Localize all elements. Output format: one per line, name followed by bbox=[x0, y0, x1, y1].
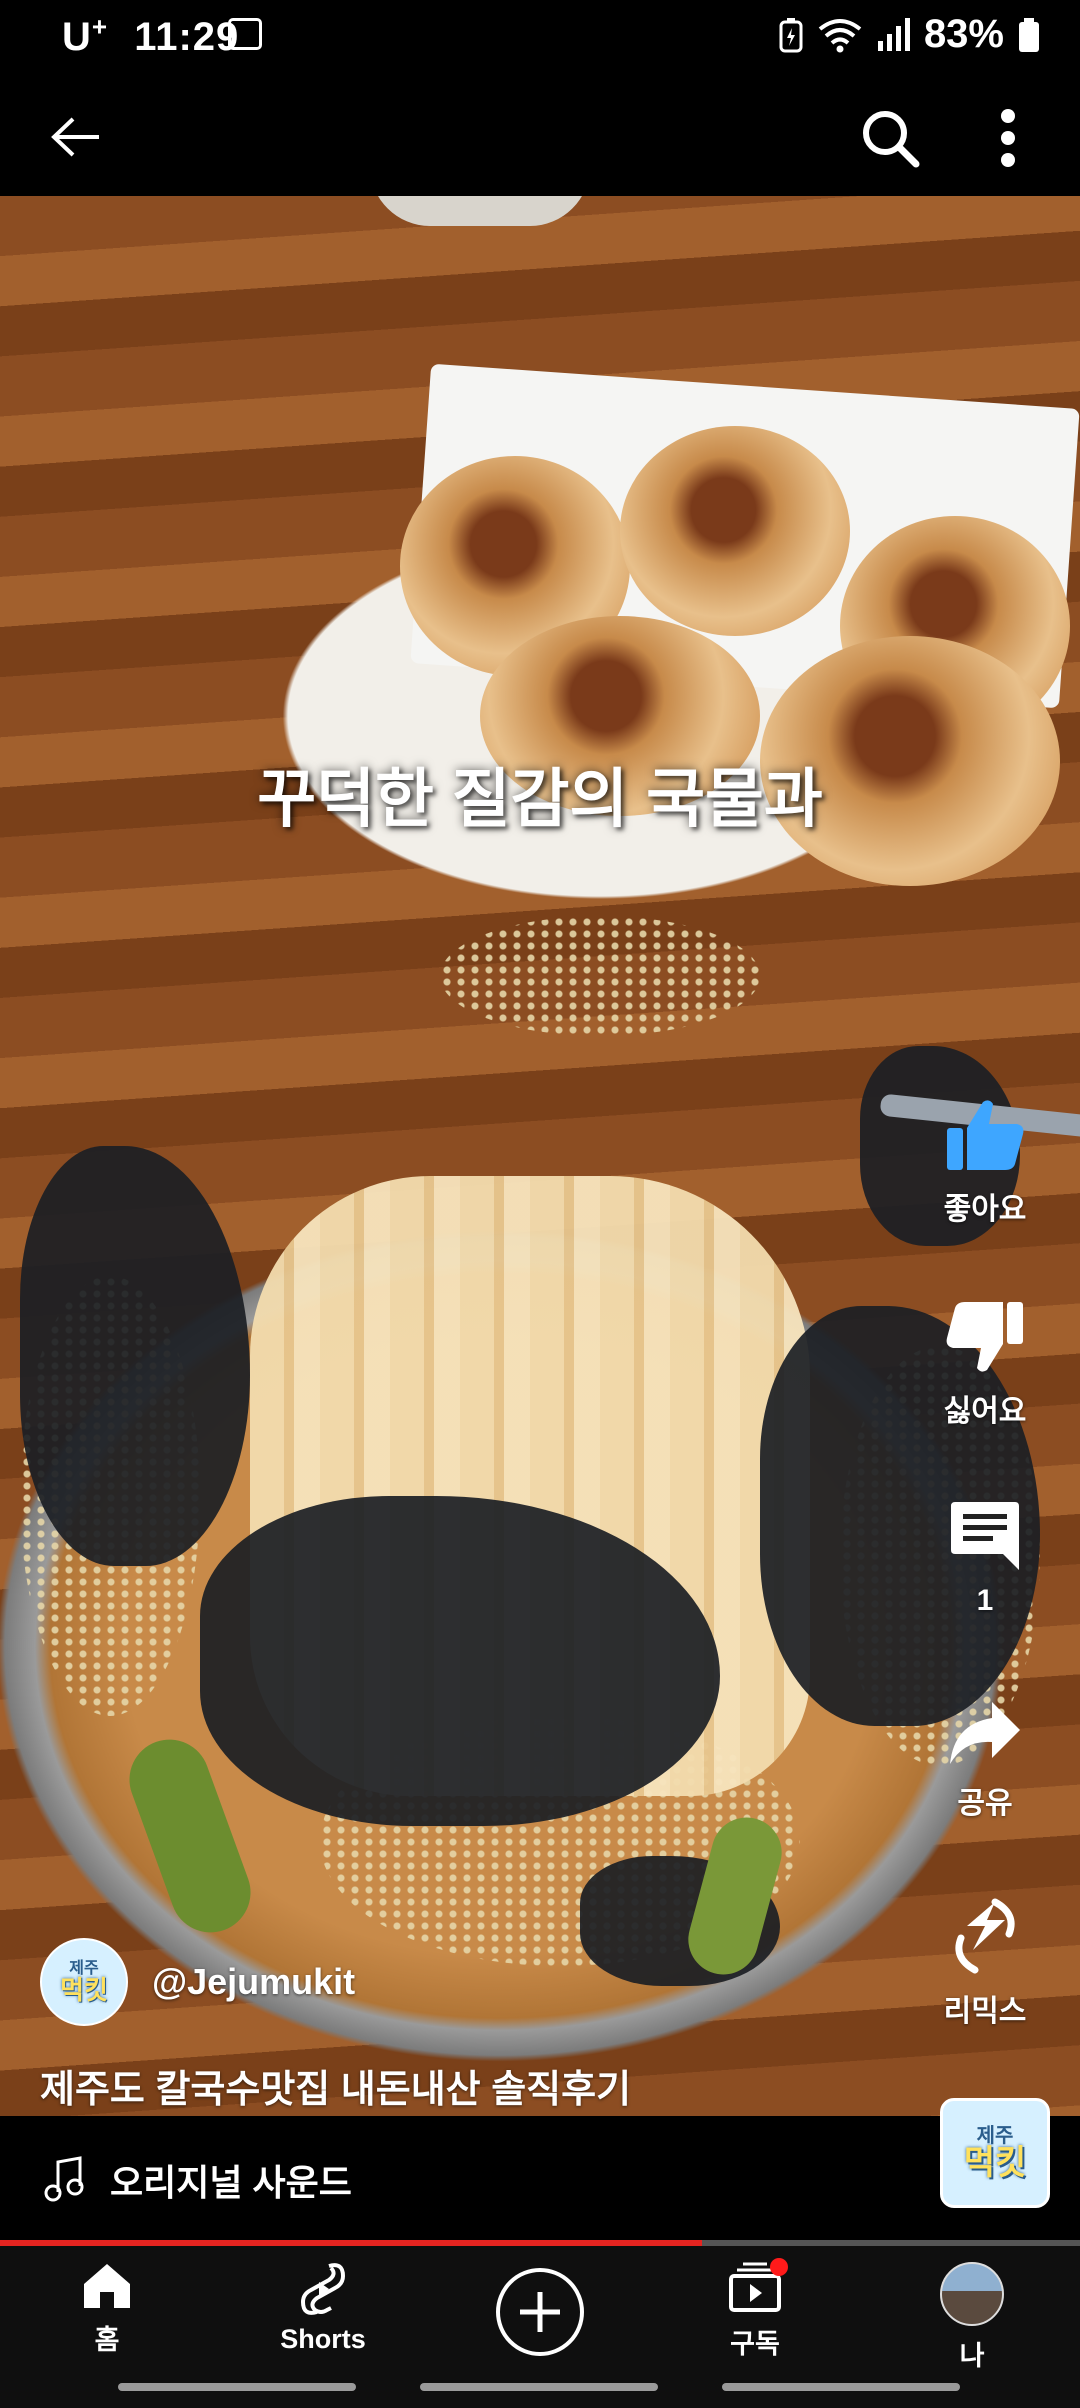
share-label: 공유 bbox=[957, 1787, 1013, 1820]
nav-you[interactable]: 나 bbox=[897, 2262, 1047, 2373]
arrow-left-icon bbox=[51, 117, 99, 157]
gallery-notification-icon bbox=[228, 18, 262, 50]
gesture-bar bbox=[118, 2383, 356, 2391]
wifi-icon bbox=[818, 18, 862, 52]
avatar-logo-text: 먹킷 bbox=[60, 1975, 108, 2005]
nav-shorts-label: Shorts bbox=[280, 2324, 366, 2354]
more-button[interactable] bbox=[984, 100, 1032, 176]
search-icon bbox=[863, 111, 920, 168]
dislike-label: 싫어요 bbox=[943, 1395, 1027, 1428]
nav-home[interactable]: 홈 bbox=[32, 2262, 182, 2357]
seaweed-topping bbox=[20, 1146, 250, 1566]
carrier-label: U+ bbox=[62, 12, 109, 60]
status-bar: U+ 11:29 83% bbox=[0, 0, 1080, 72]
nav-subscriptions[interactable]: 구독 bbox=[680, 2258, 830, 2361]
back-button[interactable] bbox=[40, 102, 110, 172]
comments-count: 1 bbox=[976, 1584, 994, 1617]
sound-label: 오리지널 사운드 bbox=[110, 2162, 352, 2203]
nav-subscriptions-label: 구독 bbox=[730, 2329, 780, 2359]
video-caption: 꾸덕한 질감의 국물과 bbox=[257, 763, 823, 835]
sound-thumbnail[interactable]: 제주 먹킷 bbox=[940, 2098, 1050, 2208]
like-button[interactable]: 좋아요 bbox=[910, 1098, 1060, 1228]
dislike-button[interactable]: 싫어요 bbox=[910, 1300, 1060, 1430]
sound-thumb-logo-text: 먹킷 bbox=[963, 2144, 1027, 2182]
channel-avatar[interactable]: 제주 먹킷 bbox=[40, 1938, 128, 2026]
gesture-bar bbox=[420, 2383, 658, 2391]
nav-shorts[interactable]: Shorts bbox=[248, 2262, 398, 2355]
signal-icon bbox=[877, 17, 910, 51]
comments-button[interactable]: 1 bbox=[910, 1500, 1060, 1618]
bun-image bbox=[620, 426, 850, 636]
share-button[interactable]: 공유 bbox=[910, 1700, 1060, 1822]
nav-you-label: 나 bbox=[959, 2341, 985, 2371]
nav-home-label: 홈 bbox=[94, 2325, 120, 2355]
share-icon bbox=[950, 1702, 1020, 1764]
channel-row: 제주 먹킷 @Jejumukit bbox=[40, 1938, 355, 2026]
add-circle-icon bbox=[496, 2268, 584, 2356]
shorts-icon bbox=[300, 2263, 346, 2315]
battery-icon bbox=[1019, 17, 1039, 52]
comment-icon bbox=[951, 1502, 1019, 1570]
battery-saver-icon bbox=[779, 17, 803, 52]
sound-thumb-small-text: 제주 bbox=[976, 2125, 1014, 2147]
remix-icon bbox=[955, 1898, 1015, 1974]
top-bar bbox=[0, 72, 1080, 196]
nav-create[interactable] bbox=[465, 2266, 615, 2358]
cup-image bbox=[370, 196, 590, 226]
home-icon bbox=[84, 2264, 130, 2308]
more-vert-icon bbox=[1001, 109, 1015, 167]
sesame-topping bbox=[440, 916, 760, 1036]
search-button[interactable] bbox=[852, 100, 928, 176]
thumbs-up-icon bbox=[947, 1100, 1024, 1170]
music-note-icon bbox=[44, 2156, 84, 2202]
thumbs-down-icon bbox=[946, 1302, 1023, 1372]
like-label: 좋아요 bbox=[943, 1193, 1027, 1226]
remix-button[interactable]: 리믹스 bbox=[910, 1898, 1060, 2030]
video-title[interactable]: 제주도 칼국수맛집 내돈내산 솔직후기 bbox=[40, 2058, 631, 2113]
remix-label: 리믹스 bbox=[943, 1995, 1027, 2028]
profile-avatar bbox=[940, 2262, 1004, 2326]
status-time: U+ 11:29 bbox=[62, 12, 240, 60]
sound-bar[interactable]: 오리지널 사운드 제주 먹킷 bbox=[0, 2098, 1080, 2240]
battery-percent: 83% bbox=[923, 12, 1004, 56]
status-icons: 83% bbox=[778, 12, 1040, 57]
new-content-dot bbox=[770, 2258, 788, 2276]
channel-handle[interactable]: @Jejumukit bbox=[152, 1961, 355, 2003]
gesture-bar bbox=[722, 2383, 960, 2391]
